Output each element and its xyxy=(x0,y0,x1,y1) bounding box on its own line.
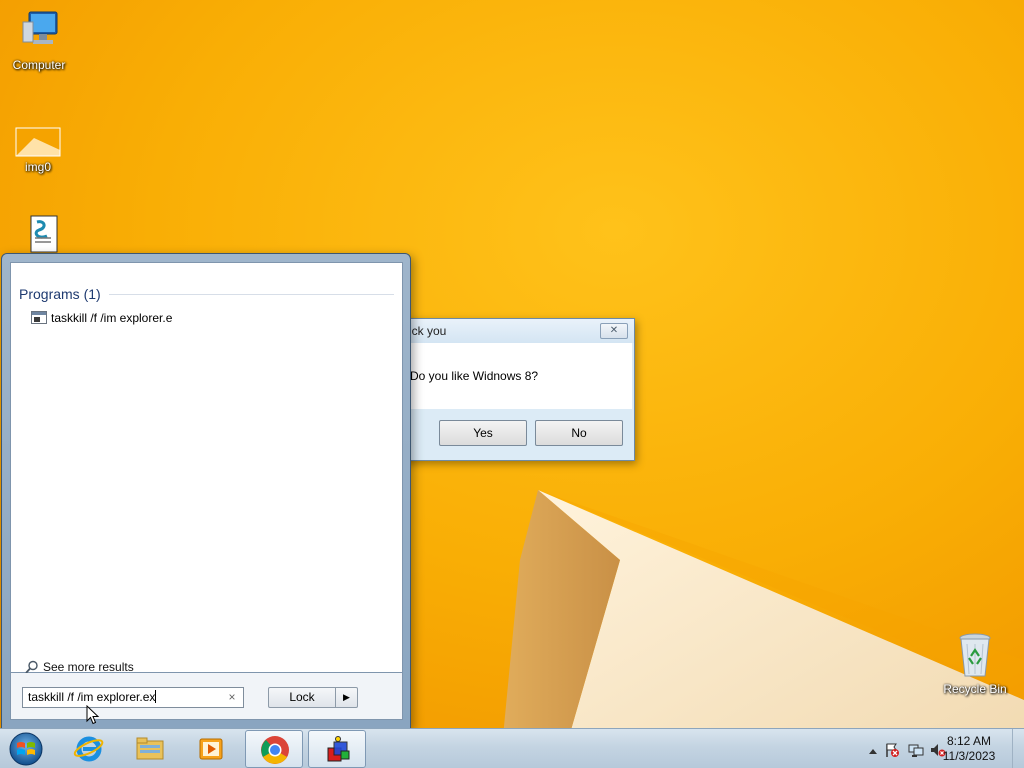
clear-search-icon[interactable]: × xyxy=(226,690,238,704)
taskbar-clock[interactable]: 8:12 AM 11/3/2023 xyxy=(934,734,1004,764)
dialog-titlebar[interactable]: uck you ✕ xyxy=(397,319,634,343)
results-group-header: Programs (1) xyxy=(19,286,101,302)
folder-icon xyxy=(136,737,164,760)
yes-button[interactable]: Yes xyxy=(439,420,527,446)
desktop-icon-recycle-bin[interactable]: Recycle Bin xyxy=(939,632,1011,696)
recycle-bin-icon xyxy=(951,632,999,680)
show-hidden-icon[interactable] xyxy=(868,744,884,760)
taskbar-media-player[interactable] xyxy=(182,730,240,768)
message-dialog: uck you ✕ Do you like Widnows 8? Yes No xyxy=(396,318,635,461)
search-result-label: taskkill /f /im explorer.e xyxy=(51,311,173,325)
arrow-right-icon: ▶ xyxy=(343,692,350,702)
search-results-panel: Programs (1) taskkill /f /im explorer.e … xyxy=(10,262,403,674)
clock-date: 11/3/2023 xyxy=(942,749,996,763)
computer-icon xyxy=(15,8,63,56)
dialog-title: uck you xyxy=(405,324,447,338)
taskbar-file-explorer[interactable] xyxy=(121,730,179,768)
no-button[interactable]: No xyxy=(535,420,623,446)
show-desktop-button[interactable] xyxy=(1012,729,1024,768)
ie-icon xyxy=(73,736,104,762)
desktop-icon-label: Computer xyxy=(12,58,66,72)
search-input-value: taskkill /f /im explorer.ex xyxy=(28,690,156,704)
start-menu: Programs (1) taskkill /f /im explorer.e … xyxy=(1,253,411,729)
start-search-input[interactable]: taskkill /f /im explorer.ex xyxy=(22,687,244,708)
close-icon: ✕ xyxy=(609,325,619,336)
program-window-icon xyxy=(31,311,47,324)
taskbar-internet-explorer[interactable] xyxy=(60,730,118,768)
desktop-icon-label: Recycle Bin xyxy=(943,682,1007,696)
network-icon[interactable] xyxy=(908,742,924,758)
text-caret xyxy=(155,690,157,703)
dialog-body: Do you like Widnows 8? xyxy=(403,343,632,409)
clock-time: 8:12 AM xyxy=(946,734,992,748)
mouse-cursor-icon xyxy=(86,705,100,725)
cube-app-icon xyxy=(327,736,350,762)
system-tray: 8:12 AM 11/3/2023 xyxy=(834,729,1024,768)
start-button[interactable] xyxy=(6,731,46,767)
group-divider xyxy=(109,294,394,295)
dialog-close-button[interactable]: ✕ xyxy=(600,323,628,339)
script-file-icon xyxy=(17,214,65,254)
desktop-icon-script[interactable] xyxy=(5,214,77,254)
desktop-icon-label: img0 xyxy=(24,160,51,174)
dialog-message: Do you like Widnows 8? xyxy=(410,369,539,383)
action-center-flag-icon[interactable] xyxy=(884,742,900,758)
power-options-arrow-button[interactable]: ▶ xyxy=(336,687,358,708)
lock-button[interactable]: Lock xyxy=(268,687,336,708)
taskbar-cube-app[interactable] xyxy=(308,730,366,768)
see-more-label: See more results xyxy=(43,660,134,674)
desktop-icon-img0[interactable]: img0 xyxy=(2,124,74,174)
desktop-icon-computer[interactable]: Computer xyxy=(3,8,75,72)
chrome-icon xyxy=(261,736,289,764)
taskbar-chrome[interactable] xyxy=(245,730,303,768)
taskbar: 8:12 AM 11/3/2023 xyxy=(0,728,1024,768)
search-result-item[interactable]: taskkill /f /im explorer.e xyxy=(31,310,361,328)
folder-icon xyxy=(14,124,62,158)
windows-orb-icon xyxy=(9,732,43,766)
media-player-icon xyxy=(199,738,223,760)
